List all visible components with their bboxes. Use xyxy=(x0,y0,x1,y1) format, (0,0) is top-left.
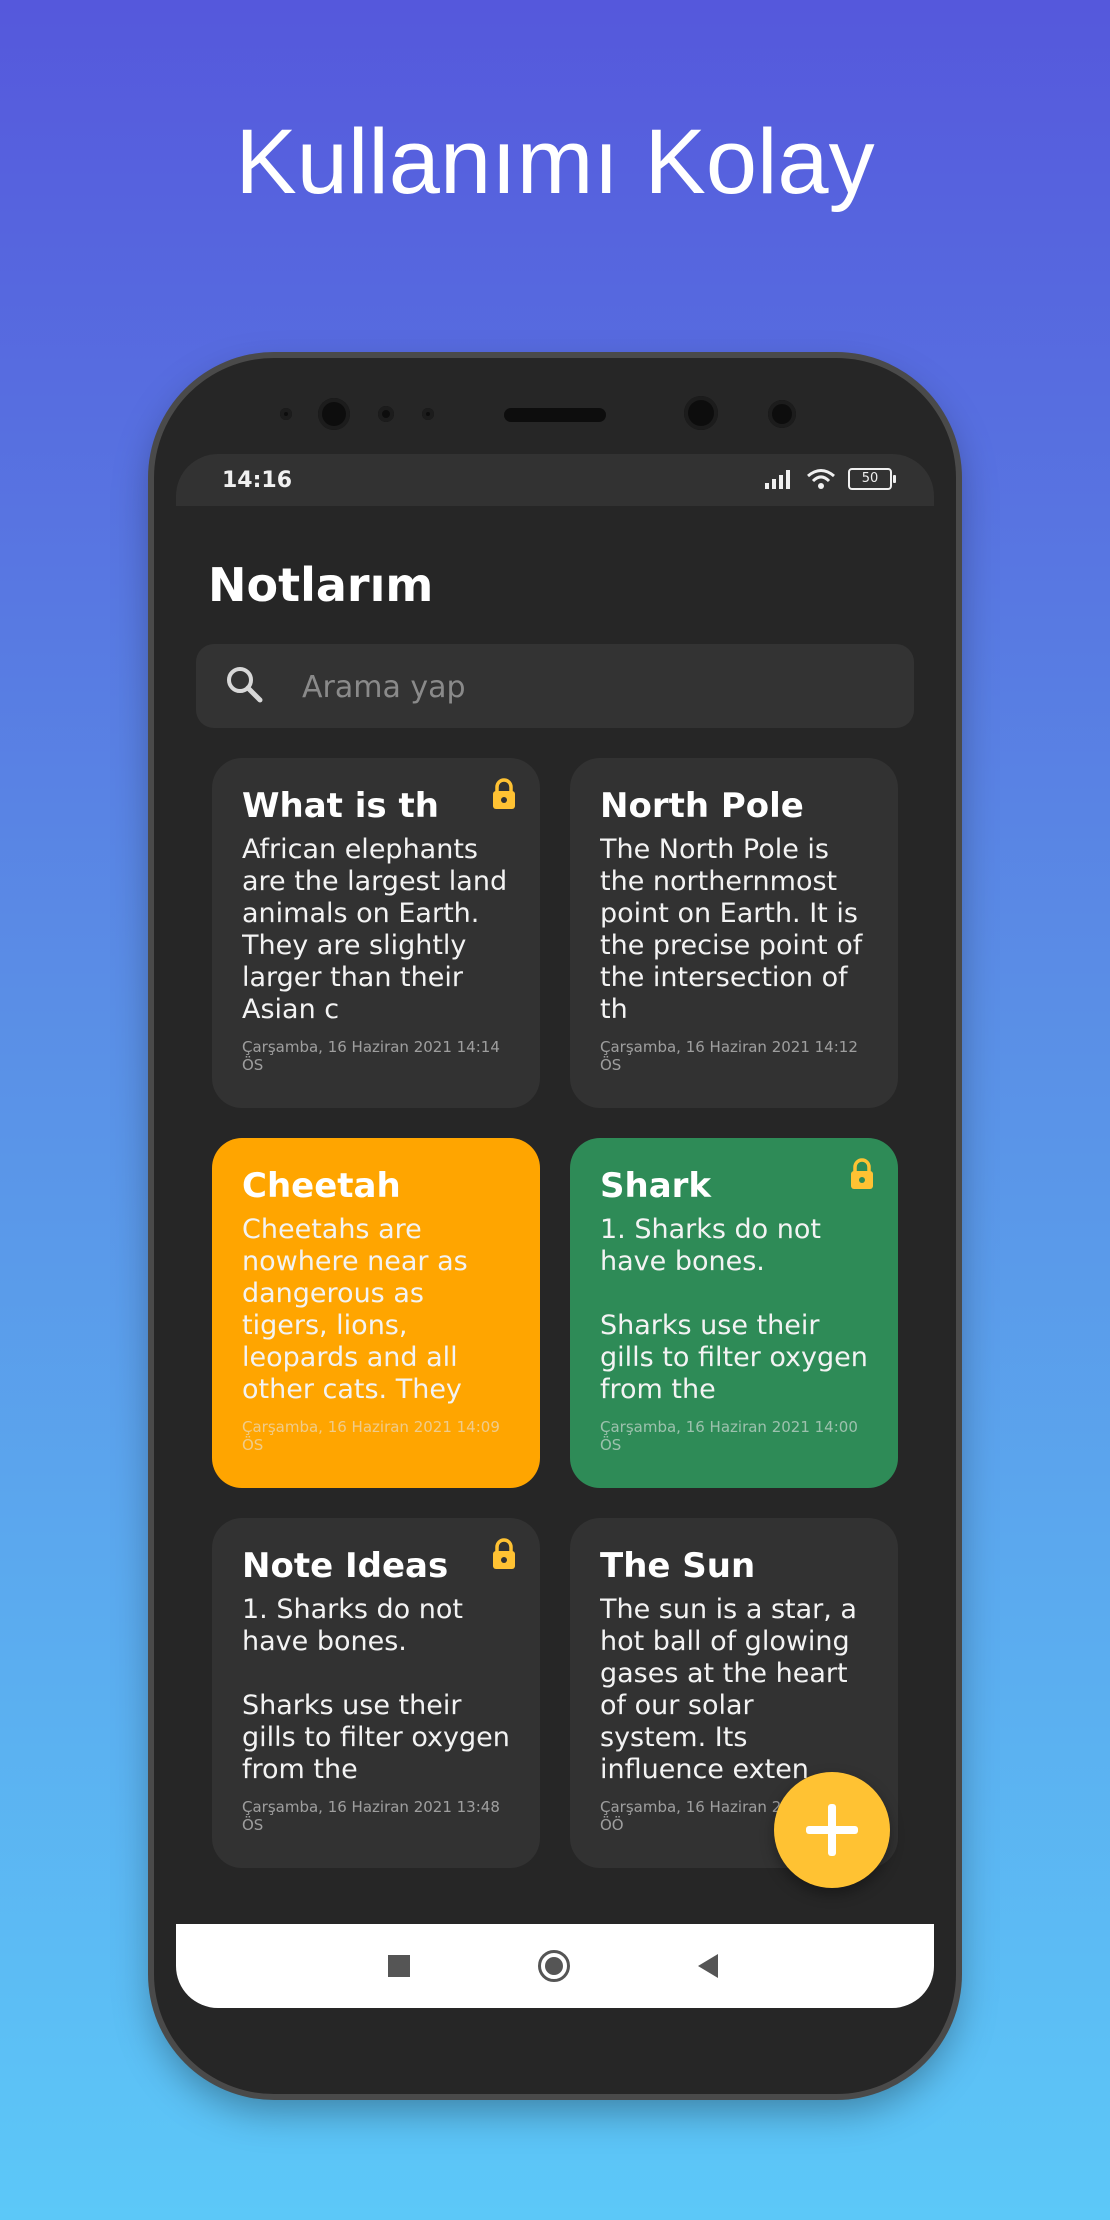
note-card[interactable]: What is th African elephants are the lar… xyxy=(212,758,540,1108)
sensor-dot xyxy=(378,406,394,422)
status-time: 14:16 xyxy=(222,468,293,493)
lock-icon xyxy=(493,1538,515,1569)
sensor-dot xyxy=(422,408,434,420)
note-date-suffix: ÖÖ xyxy=(600,1816,624,1834)
note-title: The Sun xyxy=(600,1546,756,1586)
recents-button[interactable] xyxy=(388,1955,410,1977)
search-input[interactable] xyxy=(300,662,884,712)
note-body: African elephants are the largest land a… xyxy=(242,834,508,1025)
note-body: 1. Sharks do not have bones. Sharks use … xyxy=(600,1214,868,1405)
note-date: Çarşamba, 16 Haziran 2021 14:09 ÖS xyxy=(242,1418,500,1454)
note-date: Çarşamba, 16 Haziran 2021 14:14 ÖS xyxy=(242,1038,500,1074)
signal-icon xyxy=(765,470,790,489)
status-icons: 50 xyxy=(764,468,896,490)
sensor-dot xyxy=(768,400,796,428)
note-title: Shark xyxy=(600,1166,712,1206)
search-icon xyxy=(227,667,263,703)
note-title: Cheetah xyxy=(242,1166,401,1206)
note-card[interactable]: Shark 1. Sharks do not have bones. Shark… xyxy=(570,1138,898,1488)
earpiece-speaker xyxy=(504,408,606,422)
notes-grid: What is th African elephants are the lar… xyxy=(212,758,898,1868)
add-note-button[interactable] xyxy=(774,1772,890,1888)
note-card[interactable]: North Pole The North Pole is the norther… xyxy=(570,758,898,1108)
battery-icon: 50 xyxy=(848,468,896,490)
front-camera-2 xyxy=(684,396,718,430)
note-date: Çarşamba, 16 Haziran 2021 14:12 ÖS xyxy=(600,1038,858,1074)
note-date: Çarşamba, 16 Haziran 2021 13:48 ÖS xyxy=(242,1798,500,1834)
page-title: Notlarım xyxy=(208,558,434,612)
home-button[interactable] xyxy=(538,1950,570,1982)
app-screen: 14:16 50 Notlarım Arama yap What is th A… xyxy=(176,454,934,2008)
promo-headline: Kullanımı Kolay xyxy=(235,111,875,213)
note-date: Çarşamba, 16 Haziran 2021 14:00 ÖS xyxy=(600,1418,858,1454)
sensor-dot xyxy=(280,408,292,420)
status-bar: 14:16 50 xyxy=(176,454,934,506)
system-nav-bar xyxy=(176,1924,934,2008)
note-card[interactable]: Cheetah Cheetahs are nowhere near as dan… xyxy=(212,1138,540,1488)
note-body: The North Pole is the northernmost point… xyxy=(600,834,863,1025)
note-title: North Pole xyxy=(600,786,804,826)
note-card[interactable]: Note Ideas 1. Sharks do not have bones. … xyxy=(212,1518,540,1868)
lock-icon xyxy=(851,1158,873,1189)
phone-frame: 14:16 50 Notlarım Arama yap What is th A… xyxy=(154,358,956,2094)
note-body: Cheetahs are nowhere near as dangerous a… xyxy=(242,1214,468,1405)
note-body: 1. Sharks do not have bones. Sharks use … xyxy=(242,1594,510,1785)
note-title: What is th xyxy=(242,786,439,826)
note-title: Note Ideas xyxy=(242,1546,449,1586)
lock-icon xyxy=(493,778,515,809)
front-camera xyxy=(318,398,350,430)
back-button[interactable] xyxy=(698,1954,718,1978)
note-body: The sun is a star, a hot ball of glowing… xyxy=(600,1594,857,1785)
wifi-icon xyxy=(807,469,835,489)
search-bar[interactable] xyxy=(196,644,914,728)
